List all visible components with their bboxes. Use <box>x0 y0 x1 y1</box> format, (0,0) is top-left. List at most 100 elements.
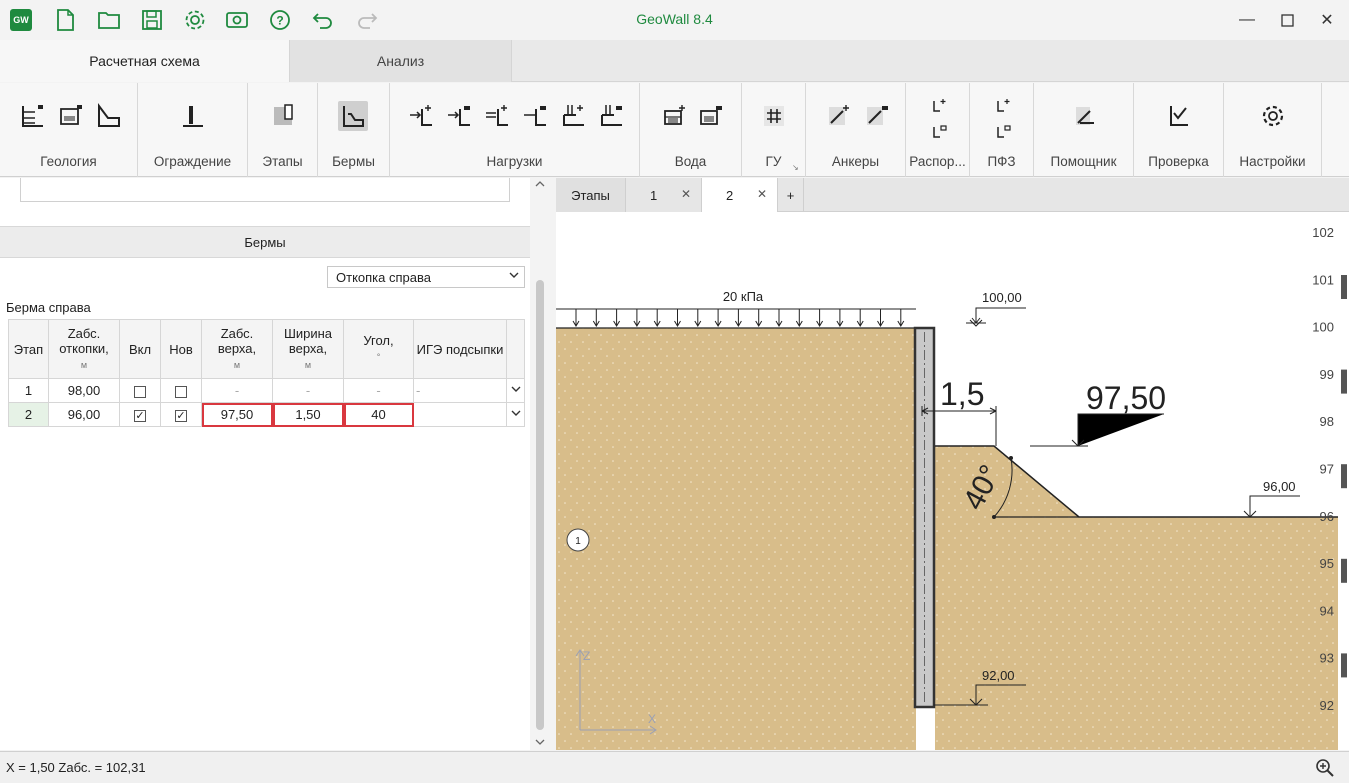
cell-stage[interactable]: 2 <box>8 402 49 427</box>
cell-enabled-checkbox[interactable] <box>119 378 161 403</box>
soil-layers-icon[interactable] <box>18 101 48 131</box>
settings-icon[interactable] <box>1258 101 1288 131</box>
load-arrow <box>775 309 783 327</box>
ruler-tick-label: 101 <box>1312 272 1334 287</box>
close-tab-icon[interactable]: ✕ <box>757 187 767 201</box>
anchor-edit-icon[interactable] <box>862 101 892 131</box>
ruler-tick-label: 100 <box>1312 320 1334 335</box>
ribbon-label-check: Проверка <box>1148 154 1209 169</box>
boundary-conditions-icon[interactable] <box>759 101 789 131</box>
cell-top-width[interactable]: - <box>272 378 344 403</box>
stages-icon[interactable] <box>268 101 298 131</box>
ribbon-group-anchors: Анкеры <box>806 83 906 177</box>
ribbon-group-struts: Распор... <box>906 83 970 177</box>
ribbon-group-boundary: ГУ ↘ <box>742 83 806 177</box>
cell-angle[interactable]: - <box>343 378 414 403</box>
col-enabled: Вкл <box>119 319 161 379</box>
scrollbar-thumb[interactable] <box>536 280 544 730</box>
table-row[interactable]: 1 98,00 - - - - <box>8 378 525 403</box>
ribbon-label-pfz: ПФЗ <box>987 154 1016 169</box>
left-scrollbar[interactable] <box>530 178 548 750</box>
excavation-side-select[interactable]: Откопка справа <box>327 266 525 288</box>
cell-fill-ige[interactable]: - <box>413 378 507 403</box>
ribbon-label-assistant: Помощник <box>1050 154 1117 169</box>
load-vertical-edit-icon[interactable] <box>596 101 626 131</box>
cell-enabled-checkbox[interactable]: ✓ <box>119 402 161 427</box>
tab-design-scheme[interactable]: Расчетная схема <box>0 40 290 82</box>
distributed-load[interactable] <box>556 308 916 327</box>
cell-z-excavation[interactable]: 96,00 <box>48 402 120 427</box>
stage-tabs: Этапы 1 ✕ 2 ✕ + <box>556 178 1349 212</box>
cell-z-top[interactable]: 97,50 <box>201 402 273 427</box>
maximize-icon[interactable] <box>1273 8 1301 32</box>
chevron-down-icon[interactable] <box>506 378 525 403</box>
ribbon-label-wall: Ограждение <box>153 154 232 169</box>
chevron-down-icon[interactable] <box>506 402 525 427</box>
zoom-icon[interactable] <box>1313 756 1337 780</box>
assistant-icon[interactable] <box>1070 101 1100 131</box>
strut-edit-icon[interactable] <box>928 121 950 143</box>
ruler-tick-label: 99 <box>1320 367 1334 382</box>
ribbon-group-wall: Ограждение <box>138 83 248 177</box>
ruler-band <box>1341 464 1347 489</box>
anchor-add-icon[interactable] <box>824 101 854 131</box>
top-input-box[interactable] <box>20 178 510 202</box>
close-tab-icon[interactable]: ✕ <box>681 187 691 201</box>
berms-section-title: Бермы <box>0 226 530 258</box>
load-strip-icon[interactable] <box>482 101 512 131</box>
water-level-icon[interactable] <box>660 101 690 131</box>
soil-properties-icon[interactable] <box>56 101 86 131</box>
table-row[interactable]: 2 96,00 ✓ ✓ 97,50 1,50 40 <box>8 402 525 427</box>
ribbon-group-check: Проверка <box>1134 83 1224 177</box>
load-vertical-icon[interactable] <box>558 101 588 131</box>
ruler-tick-label: 102 <box>1312 225 1334 240</box>
retaining-wall-icon[interactable] <box>178 101 208 131</box>
load-strip-edit-icon[interactable] <box>520 101 550 131</box>
pfz-edit-icon[interactable] <box>992 121 1014 143</box>
load-distributed-icon[interactable] <box>444 101 474 131</box>
tab-analysis[interactable]: Анализ <box>290 40 512 82</box>
load-arrow <box>897 309 905 327</box>
cell-fill-ige[interactable] <box>413 402 507 427</box>
load-arrow <box>592 309 600 327</box>
check-icon[interactable] <box>1164 101 1194 131</box>
berms-icon[interactable] <box>338 101 368 131</box>
ribbon-tabs: Расчетная схема Анализ <box>0 40 1349 82</box>
ruler-tick-label: 98 <box>1320 414 1334 429</box>
ruler-tick-label: 94 <box>1320 603 1334 618</box>
add-stage-tab-button[interactable]: + <box>778 178 804 212</box>
col-fill-ige: ИГЭ подсыпки <box>413 319 507 379</box>
ribbon-label-anchors: Анкеры <box>831 154 880 169</box>
cell-angle[interactable]: 40 <box>343 402 414 427</box>
pfz-add-icon[interactable] <box>992 95 1014 117</box>
close-window-icon[interactable]: ✕ <box>1313 8 1341 32</box>
expand-corner-icon[interactable]: ↘ <box>792 163 799 172</box>
scheme-drawing[interactable]: 20 кПа 100,00 1,5 97,50 40° 96,00 92,00 … <box>556 212 1349 750</box>
ruler-band <box>1341 275 1347 299</box>
cell-new-checkbox[interactable] <box>160 378 202 403</box>
cell-stage[interactable]: 1 <box>8 378 49 403</box>
strut-add-icon[interactable] <box>928 95 950 117</box>
load-arrow <box>633 309 641 327</box>
scheme-canvas[interactable]: 20 кПа 100,00 1,5 97,50 40° 96,00 92,00 … <box>556 212 1349 750</box>
cell-z-top[interactable]: - <box>201 378 273 403</box>
minimize-icon[interactable]: — <box>1233 8 1261 32</box>
cell-top-width[interactable]: 1,50 <box>272 402 344 427</box>
ruler-band <box>1341 369 1347 394</box>
cell-z-excavation[interactable]: 98,00 <box>48 378 120 403</box>
cell-new-checkbox[interactable]: ✓ <box>160 402 202 427</box>
ribbon-label-struts: Распор... <box>909 154 966 169</box>
load-arrow <box>714 309 722 327</box>
load-horizontal-icon[interactable] <box>406 101 436 131</box>
ruler-tick-label: 97 <box>1320 462 1334 477</box>
soil-layer-number: 1 <box>575 536 581 547</box>
tab-stage-1[interactable]: 1 ✕ <box>626 178 702 212</box>
berms-table: Этап Zабс. откопки, м Вкл Нов Zабс. верха… <box>8 319 525 427</box>
ruler-tick-label: 92 <box>1320 698 1334 713</box>
tab-stage-2[interactable]: 2 ✕ <box>702 178 778 212</box>
tab-stages[interactable]: Этапы <box>556 178 626 212</box>
water-edit-icon[interactable] <box>696 101 726 131</box>
col-angle: Угол, ° <box>343 319 414 379</box>
ribbon-group-loads: Нагрузки <box>390 83 640 177</box>
soil-profile-icon[interactable] <box>94 101 124 131</box>
